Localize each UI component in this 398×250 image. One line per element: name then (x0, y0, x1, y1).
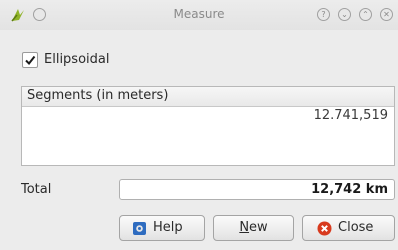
new-button[interactable]: New (213, 215, 294, 241)
close-icon (317, 221, 332, 236)
help-window-button[interactable]: ? (317, 8, 330, 21)
help-icon (133, 222, 146, 235)
checkmark-icon (25, 55, 36, 66)
segment-row[interactable]: 12.741,519 (314, 108, 388, 123)
ellipsoidal-label: Ellipsoidal (44, 52, 110, 67)
segments-header-label: Segments (in meters) (27, 88, 169, 103)
checkbox-box[interactable] (22, 52, 38, 68)
help-button[interactable]: Help (119, 215, 205, 241)
new-label-rest: ew (249, 220, 268, 235)
segments-header[interactable]: Segments (in meters) (22, 87, 394, 107)
new-mnemonic: N (239, 220, 250, 235)
title-bar[interactable]: Measure ? ⌄ ⌃ ✕ (0, 0, 398, 30)
minimize-button[interactable]: ⌄ (338, 8, 351, 21)
close-label: Close (338, 220, 374, 235)
total-field: 12,742 km (119, 179, 395, 200)
total-value: 12,742 km (311, 182, 388, 197)
close-button[interactable]: Close (302, 215, 395, 241)
help-label: Help (153, 220, 183, 235)
new-label: New (214, 220, 293, 235)
close-window-button[interactable]: ✕ (380, 8, 393, 21)
maximize-button[interactable]: ⌃ (359, 8, 372, 21)
total-label: Total (21, 182, 52, 197)
segments-table[interactable]: Segments (in meters) 12.741,519 (21, 86, 395, 166)
